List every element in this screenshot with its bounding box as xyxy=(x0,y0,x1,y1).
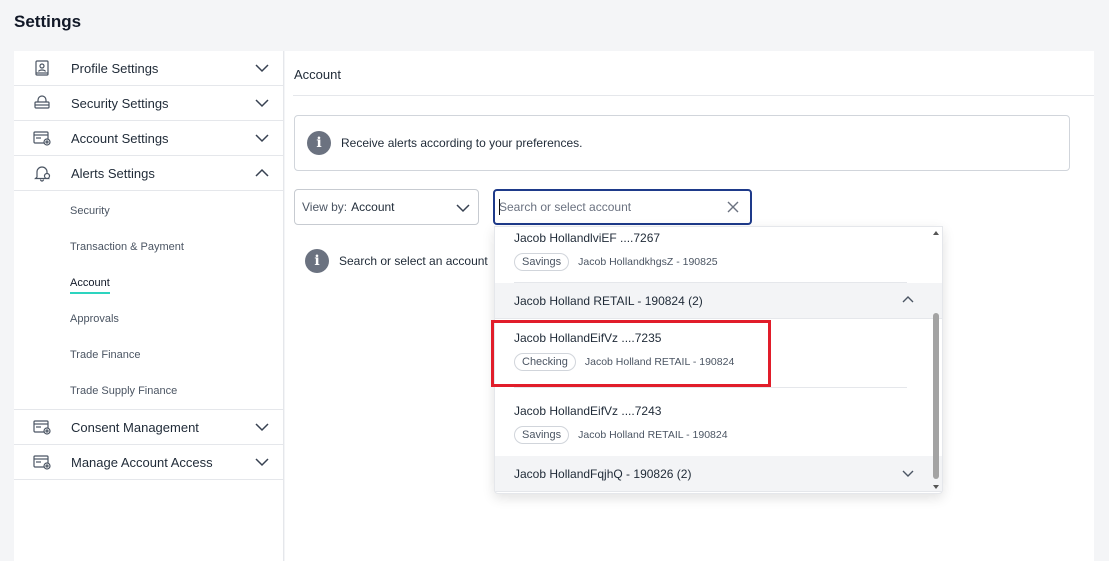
chevron-down-icon[interactable] xyxy=(255,96,269,110)
account-option[interactable]: Jacob HollandlviEF ....7267 Savings Jaco… xyxy=(495,227,942,283)
submenu-item-account[interactable]: Account xyxy=(14,265,283,301)
chevron-down-icon[interactable] xyxy=(255,61,269,75)
submenu-item-security[interactable]: Security xyxy=(14,193,283,229)
account-search-field[interactable] xyxy=(493,189,752,225)
account-group-label: Jacob Holland RETAIL - 190824 (2) xyxy=(514,293,703,308)
sidebar-item-consent-management[interactable]: Consent Management xyxy=(14,410,283,445)
bell-icon xyxy=(34,166,51,182)
view-by-label: View by: xyxy=(302,200,348,214)
profile-icon xyxy=(35,60,49,76)
account-card-icon xyxy=(33,131,51,146)
empty-state-text: Search or select an account xyxy=(339,254,488,268)
info-icon: i xyxy=(305,249,329,273)
account-type-badge: Checking xyxy=(514,353,576,371)
chevron-down-icon[interactable] xyxy=(255,131,269,145)
account-option-meta: Savings Jacob Holland RETAIL - 190824 xyxy=(514,426,942,444)
alerts-submenu: Security Transaction & Payment Account A… xyxy=(14,191,283,410)
info-banner: i Receive alerts according to your prefe… xyxy=(294,115,1070,171)
sidebar-item-security-settings[interactable]: Security Settings xyxy=(14,86,283,121)
account-type-badge: Savings xyxy=(514,426,570,444)
scrollbar-thumb[interactable] xyxy=(933,313,939,479)
account-group-label: Jacob HollandFqjhQ - 190826 (2) xyxy=(514,466,692,481)
divider xyxy=(293,95,1094,96)
account-option-owner: Jacob HollandkhgsZ - 190825 xyxy=(578,256,718,268)
sidebar-item-alerts-settings[interactable]: Alerts Settings xyxy=(14,156,283,191)
sidebar-item-account-settings[interactable]: Account Settings xyxy=(14,121,283,156)
sidebar-item-label: Profile Settings xyxy=(71,60,159,76)
sidebar-item-label: Alerts Settings xyxy=(71,165,155,181)
sidebar-item-label: Account Settings xyxy=(71,130,169,146)
account-option-owner: Jacob Holland RETAIL - 190824 xyxy=(584,356,735,368)
chevron-down-icon[interactable] xyxy=(902,467,914,479)
empty-state: i Search or select an account xyxy=(305,249,488,273)
sidebar-item-label: Consent Management xyxy=(71,419,199,435)
scroll-down-arrow[interactable] xyxy=(933,485,939,489)
info-banner-text: Receive alerts according to your prefere… xyxy=(341,136,583,150)
text-caret xyxy=(499,199,500,215)
consent-card-icon xyxy=(33,420,51,435)
account-option[interactable]: Jacob HollandEifVz ....7243 Savings Jaco… xyxy=(495,388,942,456)
account-dropdown: Jacob HollandlviEF ....7267 Savings Jaco… xyxy=(494,226,943,494)
account-type-badge: Savings xyxy=(514,253,570,271)
close-icon[interactable] xyxy=(726,200,740,214)
account-option-meta: Checking Jacob Holland RETAIL - 190824 xyxy=(514,353,942,371)
submenu-item-trade-finance[interactable]: Trade Finance xyxy=(14,337,283,373)
info-icon: i xyxy=(307,131,331,155)
account-group-header[interactable]: Jacob HollandFqjhQ - 190826 (2) xyxy=(495,456,942,492)
chevron-down-icon[interactable] xyxy=(255,455,269,469)
sidebar-item-label: Manage Account Access xyxy=(71,454,213,470)
submenu-item-trade-supply-finance[interactable]: Trade Supply Finance xyxy=(14,373,283,409)
chevron-down-icon[interactable] xyxy=(255,420,269,434)
account-option-owner: Jacob Holland RETAIL - 190824 xyxy=(578,429,728,441)
section-title: Account xyxy=(294,67,341,82)
page-title: Settings xyxy=(14,12,82,31)
submenu-item-approvals[interactable]: Approvals xyxy=(14,301,283,337)
lock-icon xyxy=(34,95,50,109)
scroll-up-arrow[interactable] xyxy=(933,231,939,235)
chevron-down-icon xyxy=(456,204,470,213)
chevron-up-icon[interactable] xyxy=(902,294,914,306)
account-option[interactable]: Jacob HollandEifVz ....7235 Checking Jac… xyxy=(495,319,942,388)
submenu-item-transaction-payment[interactable]: Transaction & Payment xyxy=(14,229,283,265)
sidebar-item-profile-settings[interactable]: Profile Settings xyxy=(14,51,283,86)
sidebar-item-manage-account-access[interactable]: Manage Account Access xyxy=(14,445,283,480)
sidebar-item-label: Security Settings xyxy=(71,95,169,111)
account-option-name: Jacob HollandEifVz ....7243 xyxy=(514,404,662,418)
settings-sidebar: Profile Settings Security Settings Accou… xyxy=(14,51,284,561)
access-card-icon xyxy=(33,455,51,470)
account-group-header[interactable]: Jacob Holland RETAIL - 190824 (2) xyxy=(495,283,942,319)
account-option-name: Jacob HollandEifVz ....7235 xyxy=(514,331,662,345)
dropdown-scrollbar[interactable] xyxy=(932,231,940,489)
view-by-value: Account xyxy=(351,200,395,214)
account-option-meta: Savings Jacob HollandkhgsZ - 190825 xyxy=(514,253,942,271)
view-by-select[interactable]: View by: Account xyxy=(294,189,479,225)
account-option-name: Jacob HollandlviEF ....7267 xyxy=(514,231,661,245)
account-search-input[interactable] xyxy=(499,197,719,217)
chevron-up-icon[interactable] xyxy=(255,166,269,180)
